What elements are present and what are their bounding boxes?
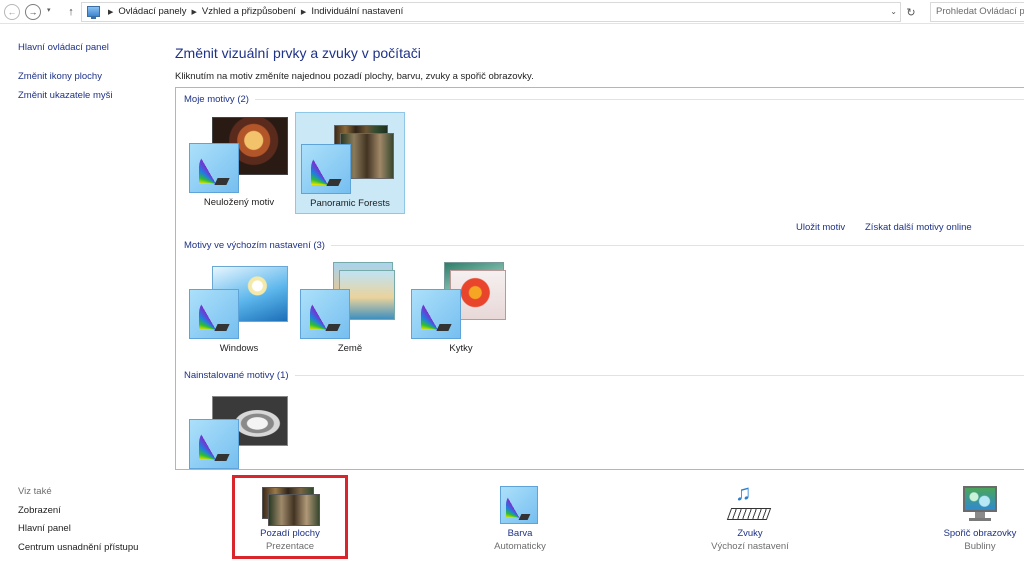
save-theme-link[interactable]: Uložit motiv — [796, 222, 845, 233]
color-title: Barva — [507, 528, 533, 539]
desktop-background-button[interactable]: Pozadí plochy Prezentace — [235, 482, 345, 552]
theme-earth[interactable]: Země — [295, 258, 405, 360]
breadcrumb-item-appearance[interactable]: Vzhled a přizpůsobení — [202, 6, 296, 17]
theme-unsaved-label: Neuložený motiv — [203, 197, 275, 208]
palette-icon — [189, 419, 239, 469]
chevron-right-icon[interactable]: ▶ — [108, 8, 113, 16]
theme-list[interactable]: Moje motivy (2) Neuložený motiv Panorami… — [175, 87, 1024, 470]
section-my-themes: Moje motivy (2) — [184, 92, 1024, 106]
theme-flowers[interactable]: Kytky — [406, 258, 516, 360]
palette-icon — [189, 289, 239, 339]
color-button[interactable]: Barva Automaticky — [465, 482, 575, 552]
sounds-title: Zvuky — [737, 528, 763, 539]
palette-icon — [301, 144, 351, 194]
palette-icon — [500, 486, 538, 524]
chevron-right-icon[interactable]: ▶ — [301, 8, 306, 16]
color-subtitle: Automaticky — [494, 541, 546, 552]
theme-windows-label: Windows — [219, 343, 259, 354]
link-taskbar[interactable]: Hlavní panel — [18, 523, 71, 534]
address-bar: ← → ▾ ↑ ▶ Ovládací panely ▶ Vzhled a při… — [0, 0, 1024, 24]
theme-windows[interactable]: Windows — [184, 258, 294, 360]
page-subtitle: Kliknutím na motiv změníte najednou poza… — [175, 71, 534, 82]
screensaver-monitor-icon — [925, 482, 1024, 528]
see-also-title: Viz také — [18, 486, 52, 497]
back-arrow-icon: ← — [7, 6, 17, 17]
address-field[interactable]: ▶ Ovládací panely ▶ Vzhled a přizpůsoben… — [81, 2, 901, 22]
refresh-button[interactable]: ↻ — [903, 4, 919, 20]
desktop-background-title: Pozadí plochy — [260, 528, 320, 539]
screensaver-button[interactable]: Spořič obrazovky Bubliny — [925, 482, 1024, 552]
chevron-right-icon[interactable]: ▶ — [192, 8, 197, 16]
up-arrow-icon: ↑ — [68, 6, 74, 18]
breadcrumb-item-control-panel[interactable]: Ovládací panely — [118, 6, 186, 17]
forward-button[interactable]: → — [25, 4, 41, 20]
theme-earth-label: Země — [337, 343, 363, 354]
palette-icon — [300, 289, 350, 339]
section-installed-themes-title: Nainstalované motivy (1) — [184, 369, 295, 381]
back-button[interactable]: ← — [4, 4, 20, 20]
screensaver-subtitle: Bubliny — [964, 541, 996, 552]
theme-panoramic-forests-label: Panoramic Forests — [310, 198, 390, 209]
link-change-desktop-icons[interactable]: Změnit ikony plochy — [18, 71, 102, 82]
link-control-panel-home[interactable]: Hlavní ovládací panel — [18, 42, 109, 53]
theme-unsaved[interactable]: Neuložený motiv — [184, 112, 294, 214]
get-more-themes-link[interactable]: Získat další motivy online — [865, 222, 972, 233]
link-ease-of-access[interactable]: Centrum usnadnění přístupu — [18, 542, 138, 553]
link-change-mouse-pointers[interactable]: Změnit ukazatele myši — [18, 90, 113, 101]
up-button[interactable]: ↑ — [64, 4, 78, 20]
palette-icon — [411, 289, 461, 339]
page-title: Změnit vizuální prvky a zvuky v počítači — [175, 45, 421, 61]
breadcrumb: ▶ Ovládací panely ▶ Vzhled a přizpůsoben… — [103, 6, 403, 17]
palette-icon — [189, 143, 239, 193]
screensaver-title: Spořič obrazovky — [943, 528, 1017, 539]
section-installed-themes: Nainstalované motivy (1) — [184, 368, 1024, 382]
desktop-background-subtitle: Prezentace — [265, 541, 315, 552]
theme-panoramic-forests[interactable]: Panoramic Forests — [295, 112, 405, 214]
address-dropdown-icon[interactable]: ⌄ — [890, 7, 897, 16]
sounds-subtitle: Výchozí nastavení — [711, 541, 789, 552]
desktop-background-icon-front — [268, 494, 320, 526]
control-panel-icon — [87, 6, 100, 19]
theme-installed[interactable] — [184, 388, 294, 469]
search-placeholder: Prohledat Ovládací panely — [936, 6, 1024, 17]
sounds-button[interactable]: ♫ Zvuky Výchozí nastavení — [695, 482, 805, 553]
search-input[interactable]: Prohledat Ovládací panely — [930, 2, 1024, 22]
section-default-themes: Motivy ve výchozím nastavení (3) — [184, 238, 1024, 252]
breadcrumb-item-personalization[interactable]: Individuální nastavení — [311, 6, 403, 17]
section-default-themes-title: Motivy ve výchozím nastavení (3) — [184, 239, 331, 251]
theme-flowers-label: Kytky — [449, 343, 473, 354]
forward-arrow-icon: → — [28, 6, 38, 17]
music-notes-icon: ♫ — [695, 482, 805, 528]
recent-locations-caret-icon[interactable]: ▾ — [47, 6, 51, 14]
section-my-themes-title: Moje motivy (2) — [184, 93, 255, 105]
link-display[interactable]: Zobrazení — [18, 505, 61, 516]
refresh-icon: ↻ — [906, 6, 916, 19]
